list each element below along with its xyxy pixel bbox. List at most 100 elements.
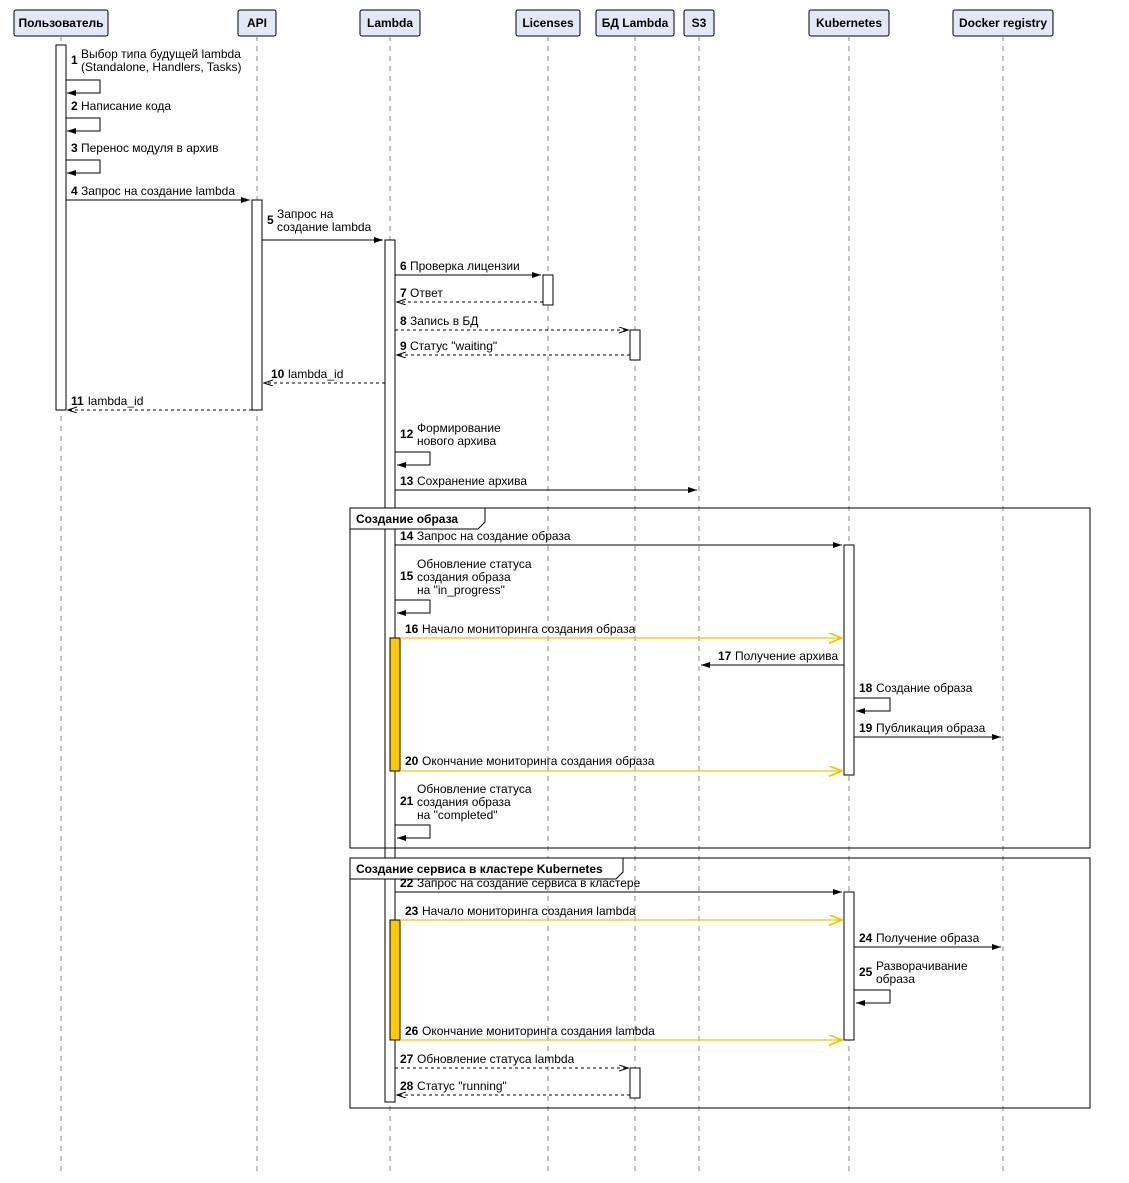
svg-text:Статус "waiting": Статус "waiting" xyxy=(410,339,497,353)
svg-text:25: 25 xyxy=(859,965,873,979)
svg-text:Выбор типа будущей lambda: Выбор типа будущей lambda xyxy=(81,47,241,61)
svg-text:10: 10 xyxy=(271,367,285,381)
msg-13: 13 Сохранение архива xyxy=(395,474,697,490)
svg-text:Публикация образа: Публикация образа xyxy=(876,721,986,735)
msg-10: 10 lambda_id xyxy=(264,367,385,383)
msg-21: 21 Обновление статуса создания образа на… xyxy=(395,782,532,838)
msg-24: 24 Получение образа xyxy=(854,931,1001,947)
participant-licenses: Licenses xyxy=(516,10,580,1175)
svg-text:на "completed": на "completed" xyxy=(417,808,498,822)
svg-text:27: 27 xyxy=(400,1052,414,1066)
svg-text:lambda_id: lambda_id xyxy=(88,394,143,408)
msg-5: 5 Запрос на создание lambda xyxy=(262,207,383,240)
svg-text:Перенос модуля в архив: Перенос модуля в архив xyxy=(81,141,219,155)
svg-text:9: 9 xyxy=(400,339,407,353)
msg-3: 3 Перенос модуля в архив xyxy=(66,141,219,173)
svg-text:lambda_id: lambda_id xyxy=(288,367,343,381)
msg-1: 1 Выбор типа будущей lambda (Standalone,… xyxy=(66,47,242,93)
svg-text:Запись в БД: Запись в БД xyxy=(410,314,478,328)
msg-25: 25 Разворачивание образа xyxy=(854,959,968,1003)
frame-service-creation: Создание сервиса в кластере Kubernetes xyxy=(350,858,1090,1108)
svg-text:Licenses: Licenses xyxy=(522,16,574,30)
svg-text:26: 26 xyxy=(405,1024,419,1038)
svg-text:Запрос на создание lambda: Запрос на создание lambda xyxy=(81,184,235,198)
svg-text:4: 4 xyxy=(71,184,78,198)
svg-text:28: 28 xyxy=(400,1079,414,1093)
svg-text:23: 23 xyxy=(405,904,419,918)
svg-text:Окончание мониторинга создания: Окончание мониторинга создания lambda xyxy=(422,1024,655,1038)
svg-text:создания образа: создания образа xyxy=(417,570,511,584)
svg-text:24: 24 xyxy=(859,931,873,945)
svg-text:Получение образа: Получение образа xyxy=(876,931,980,945)
msg-20: 20 Окончание мониторинга создания образа xyxy=(400,754,842,771)
svg-text:8: 8 xyxy=(400,314,407,328)
svg-text:3: 3 xyxy=(71,141,78,155)
svg-text:Формирование: Формирование xyxy=(417,421,501,435)
svg-text:Запрос на создание образа: Запрос на создание образа xyxy=(417,529,571,543)
svg-text:Docker registry: Docker registry xyxy=(959,16,1047,30)
msg-14: 14 Запрос на создание образа xyxy=(395,529,842,545)
svg-text:16: 16 xyxy=(405,622,419,636)
svg-text:Ответ: Ответ xyxy=(410,286,443,300)
svg-text:Написание кода: Написание кода xyxy=(81,99,171,113)
svg-text:Запрос на создание сервиса в к: Запрос на создание сервиса в кластере xyxy=(417,876,641,890)
svg-text:создания образа: создания образа xyxy=(417,795,511,809)
svg-text:5: 5 xyxy=(267,213,274,227)
svg-text:создание lambda: создание lambda xyxy=(277,220,372,234)
svg-text:Создание сервиса в кластере Ku: Создание сервиса в кластере Kubernetes xyxy=(356,862,603,876)
msg-16: 16 Начало мониторинга создания образа xyxy=(400,622,842,638)
svg-text:13: 13 xyxy=(400,474,414,488)
svg-text:Lambda: Lambda xyxy=(367,16,413,30)
svg-text:22: 22 xyxy=(400,876,414,890)
svg-text:Обновление статуса: Обновление статуса xyxy=(417,557,532,571)
svg-text:1: 1 xyxy=(71,53,78,67)
svg-text:2: 2 xyxy=(71,99,78,113)
svg-text:Сохранение архива: Сохранение архива xyxy=(417,474,527,488)
svg-text:17: 17 xyxy=(718,649,732,663)
msg-12: 12 Формирование нового архива xyxy=(395,421,501,465)
participant-docker-registry: Docker registry xyxy=(953,10,1053,1175)
svg-text:образа: образа xyxy=(876,972,915,986)
msg-11: 11 lambda_id xyxy=(68,394,252,410)
msg-19: 19 Публикация образа xyxy=(854,721,1001,737)
participant-api: API xyxy=(238,10,276,1175)
svg-text:S3: S3 xyxy=(692,16,707,30)
svg-text:7: 7 xyxy=(400,286,407,300)
svg-text:на "in_progress": на "in_progress" xyxy=(417,583,505,597)
msg-2: 2 Написание кода xyxy=(66,99,171,131)
svg-text:Обновление статуса lambda: Обновление статуса lambda xyxy=(417,1052,575,1066)
svg-text:11: 11 xyxy=(71,394,84,408)
svg-text:15: 15 xyxy=(400,569,414,583)
msg-15: 15 Обновление статуса создания образа на… xyxy=(395,557,532,613)
sequence-diagram: Пользователь API Lambda Licenses БД Lamb… xyxy=(0,0,1129,1183)
svg-text:18: 18 xyxy=(859,681,873,695)
svg-text:19: 19 xyxy=(859,721,873,735)
svg-text:Начало мониторинга создания la: Начало мониторинга создания lambda xyxy=(422,904,636,918)
msg-22: 22 Запрос на создание сервиса в кластере xyxy=(395,876,842,892)
svg-text:Kubernetes: Kubernetes xyxy=(816,16,882,30)
msg-17: 17 Получение архива xyxy=(701,649,844,665)
svg-text:Окончание мониторинга создания: Окончание мониторинга создания образа xyxy=(422,754,655,768)
svg-text:Статус "running": Статус "running" xyxy=(417,1079,507,1093)
svg-text:Создание образа: Создание образа xyxy=(876,681,973,695)
msg-4: 4 Запрос на создание lambda xyxy=(66,184,250,200)
msg-8: 8 Запись в БД xyxy=(395,314,628,330)
participant-db-lambda: БД Lambda xyxy=(596,10,674,1175)
msg-23: 23 Начало мониторинга создания lambda xyxy=(400,904,842,920)
svg-text:20: 20 xyxy=(405,754,419,768)
svg-text:Обновление статуса: Обновление статуса xyxy=(417,782,532,796)
participant-s3: S3 xyxy=(684,10,714,1175)
svg-text:нового архива: нового архива xyxy=(417,434,496,448)
svg-text:21: 21 xyxy=(400,794,414,808)
svg-text:Запрос на: Запрос на xyxy=(277,207,334,221)
svg-text:(Standalone, Handlers, Tasks): (Standalone, Handlers, Tasks) xyxy=(81,60,242,74)
svg-text:12: 12 xyxy=(400,427,414,441)
svg-text:API: API xyxy=(247,16,267,30)
msg-28: 28 Статус "running" xyxy=(397,1079,630,1095)
svg-text:Создание образа: Создание образа xyxy=(356,512,458,526)
msg-7: 7 Ответ xyxy=(397,286,543,302)
svg-text:14: 14 xyxy=(400,529,414,543)
msg-18: 18 Создание образа xyxy=(854,681,973,711)
svg-text:Проверка лицензии: Проверка лицензии xyxy=(410,259,520,273)
svg-text:БД Lambda: БД Lambda xyxy=(602,16,669,30)
